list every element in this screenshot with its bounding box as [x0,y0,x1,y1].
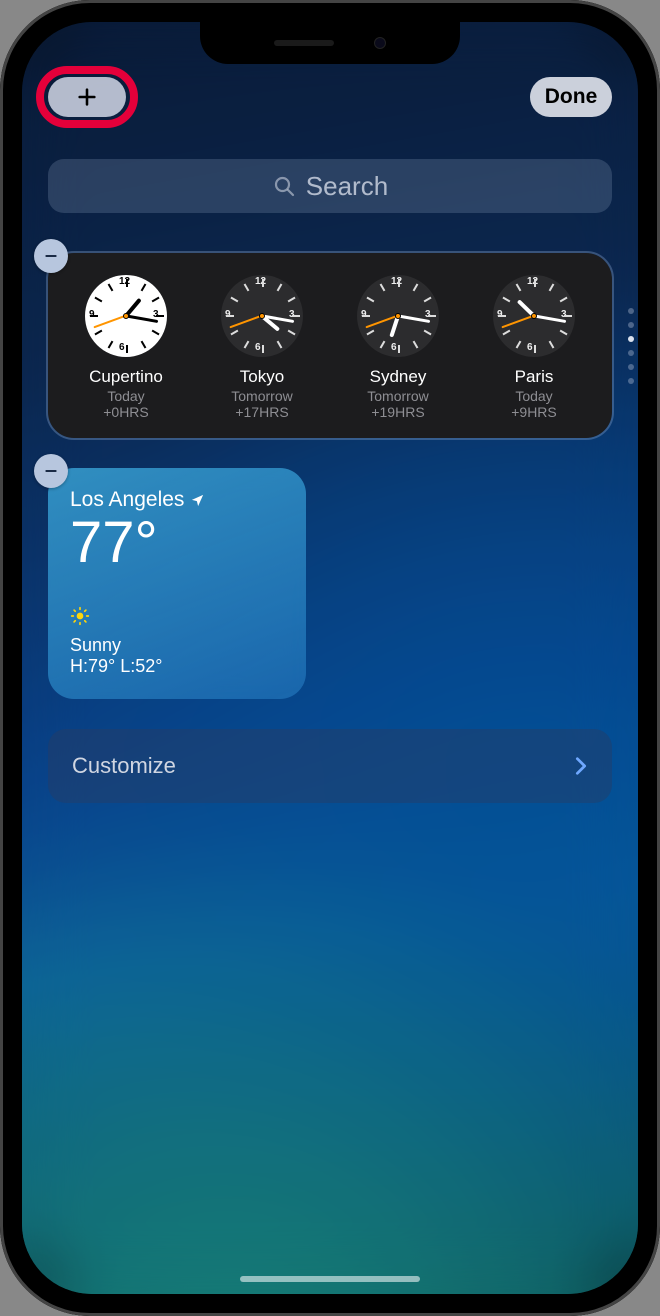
clock-day: Today [466,388,602,404]
clock-face: 12369 [493,275,575,357]
weather-widget[interactable]: Los Angeles 77° Sunny H:79° L:52° [48,468,306,699]
page-dot [628,336,634,342]
clock-day: Today [58,388,194,404]
clock-city: Sydney [330,367,466,387]
search-input[interactable]: Search [48,159,612,213]
clock-city: Tokyo [194,367,330,387]
plus-icon [76,86,98,108]
notch [200,22,460,64]
remove-weather-button[interactable] [34,454,68,488]
clock-column: 12369 ParisToday+9HRS [466,275,602,420]
clock-city: Cupertino [58,367,194,387]
remove-world-clock-button[interactable] [34,239,68,273]
clock-offset: +9HRS [466,404,602,420]
clock-face: 12369 [221,275,303,357]
location-arrow-icon [190,493,205,508]
page-dot [628,378,634,384]
home-indicator[interactable] [240,1276,420,1282]
search-placeholder: Search [306,171,388,202]
search-icon [272,174,296,198]
clock-day: Tomorrow [194,388,330,404]
page-dot [628,322,634,328]
world-clock-widget[interactable]: 12369CupertinoToday+0HRS12369TokyoTomorr… [48,253,612,438]
chevron-right-icon [574,755,588,777]
weather-high-low: H:79° L:52° [70,656,284,677]
add-widget-button[interactable] [48,77,126,117]
screen: Done Search 12369CupertinoToday+0HRS1236… [22,22,638,1294]
weather-location-row: Los Angeles [70,488,284,512]
widget-stack-page-indicator[interactable] [628,308,634,384]
sun-icon [70,606,284,631]
clock-offset: +0HRS [58,404,194,420]
customize-button[interactable]: Customize [48,729,612,803]
clock-day: Tomorrow [330,388,466,404]
clock-face: 12369 [357,275,439,357]
clock-offset: +17HRS [194,404,330,420]
page-dot [628,364,634,370]
phone-frame: Done Search 12369CupertinoToday+0HRS1236… [0,0,660,1316]
top-controls: Done [48,77,612,117]
minus-icon [43,248,59,264]
clock-city: Paris [466,367,602,387]
minus-icon [43,463,59,479]
clock-offset: +19HRS [330,404,466,420]
world-clock-widget-wrapper: 12369CupertinoToday+0HRS12369TokyoTomorr… [48,253,612,438]
clock-face: 12369 [85,275,167,357]
clock-column: 12369 CupertinoToday+0HRS [58,275,194,420]
weather-condition: Sunny [70,635,284,656]
page-dot [628,308,634,314]
front-camera [374,37,386,49]
done-button[interactable]: Done [530,77,612,117]
weather-temperature: 77° [70,514,284,572]
speaker-grille [274,40,334,46]
clock-column: 12369 SydneyTomorrow+19HRS [330,275,466,420]
weather-widget-wrapper: Los Angeles 77° Sunny H:79° L:52° [48,468,306,699]
clock-column: 12369 TokyoTomorrow+17HRS [194,275,330,420]
customize-label: Customize [72,753,176,779]
weather-location: Los Angeles [70,488,184,512]
page-dot [628,350,634,356]
